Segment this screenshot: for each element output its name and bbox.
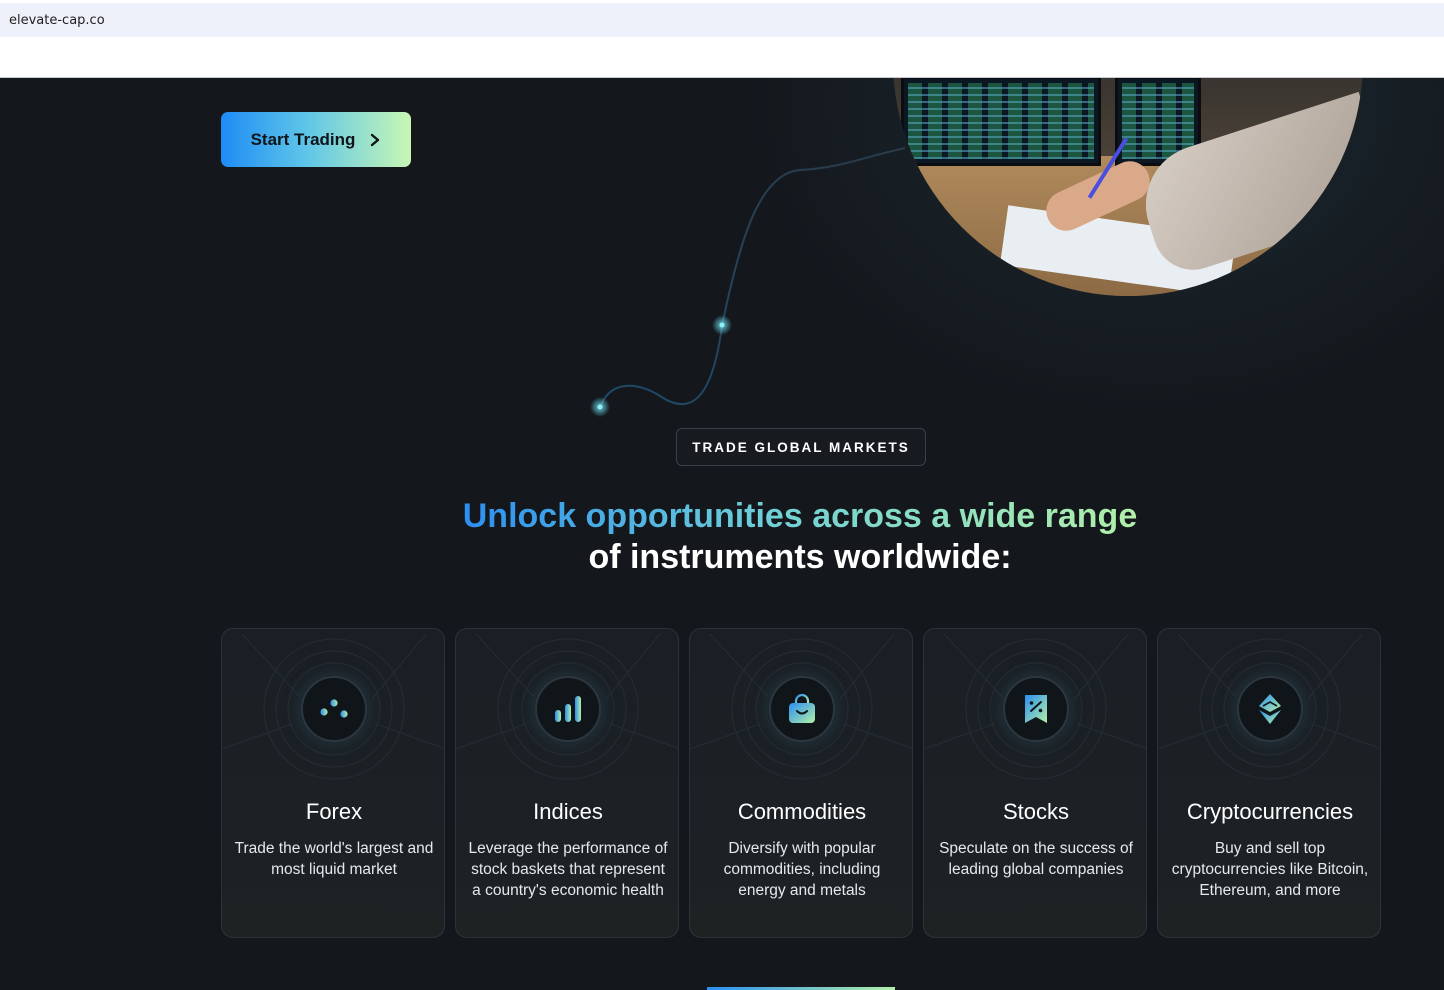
hero-trader-image: [893, 78, 1363, 296]
section-tag-label: TRADE GLOBAL MARKETS: [692, 439, 910, 455]
market-cards: Forex Trade the world's largest and most…: [221, 628, 1381, 938]
address-bar[interactable]: elevate-cap.co: [0, 3, 1444, 37]
ethereum-icon: [1237, 676, 1303, 742]
section-tag: TRADE GLOBAL MARKETS: [676, 428, 926, 466]
sliders-icon: [301, 676, 367, 742]
start-trading-button[interactable]: Start Trading: [221, 112, 411, 167]
card-title: Forex: [305, 799, 363, 824]
card-title: Commodities: [737, 799, 867, 824]
shopping-bag-icon: [769, 676, 835, 742]
bar-chart-icon: [535, 676, 601, 742]
card-indices[interactable]: Indices Leverage the performance of stoc…: [455, 628, 679, 938]
chevron-right-icon: [371, 133, 380, 146]
card-description: Trade the world's largest and most liqui…: [234, 840, 434, 878]
headline-line-2: of instruments worldwide:: [588, 538, 1012, 576]
card-description: Diversify with popular commodities, incl…: [723, 840, 881, 899]
section-headline: Unlock opportunities across a wide range…: [300, 496, 1300, 578]
address-bar-url[interactable]: elevate-cap.co: [9, 13, 105, 28]
browser-chrome-spacer: [0, 37, 1444, 77]
card-description: Leverage the performance of stock basket…: [468, 840, 668, 899]
start-trading-label: Start Trading: [250, 129, 356, 149]
card-description: Speculate on the success of leading glob…: [939, 840, 1133, 878]
percent-tag-icon: [1003, 676, 1069, 742]
card-title: Stocks: [1002, 799, 1070, 824]
headline-line-1: Unlock opportunities across a wide range: [462, 497, 1138, 535]
page-content: Start Trading TRADE GLOBAL MARKETS Unloc…: [0, 78, 1444, 990]
card-title: Indices: [533, 799, 603, 824]
card-stocks[interactable]: Stocks Speculate on the success of leadi…: [923, 628, 1147, 938]
card-title: Cryptocurrencies: [1186, 799, 1354, 824]
card-cryptocurrencies[interactable]: Cryptocurrencies Buy and sell top crypto…: [1157, 628, 1381, 938]
card-description: Buy and sell top cryptocurrencies like B…: [1171, 840, 1369, 899]
card-commodities[interactable]: Commodities Diversify with popular commo…: [689, 628, 913, 938]
card-forex[interactable]: Forex Trade the world's largest and most…: [221, 628, 445, 938]
